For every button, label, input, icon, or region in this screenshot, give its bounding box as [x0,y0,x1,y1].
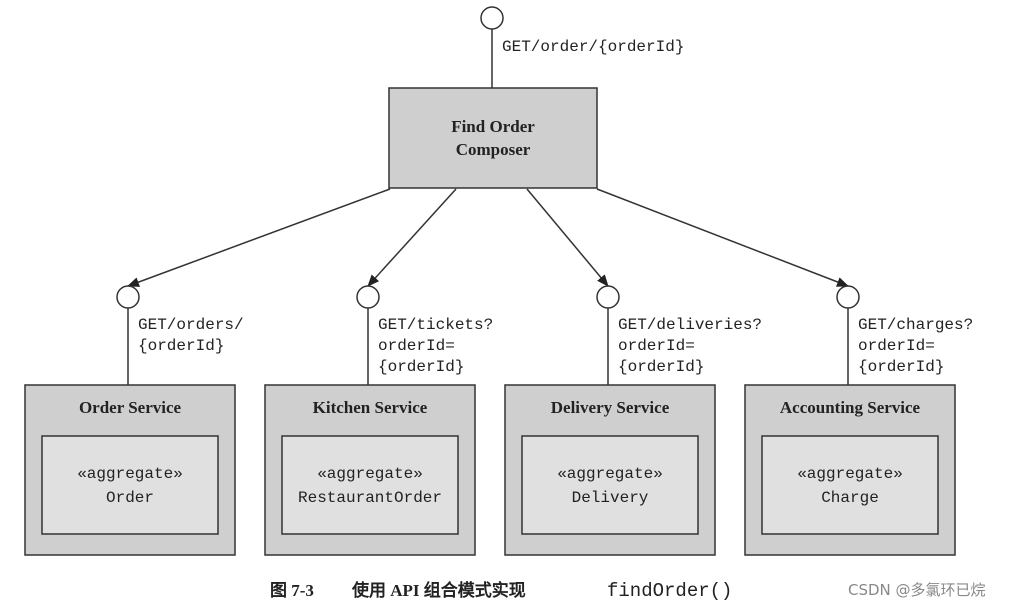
service-name: Order Service [79,398,182,417]
service-endpoint-line: orderId= [858,337,935,355]
caption-text: 使用 API 组合模式实现 [351,580,526,600]
composer-endpoint: GET/order/{orderId} [502,38,684,56]
service-name: Kitchen Service [313,398,428,417]
api-composition-diagram: GET/order/{orderId} Find Order Composer … [24,6,986,602]
service-interface-icon [596,285,620,309]
aggregate-name: Order [106,489,154,507]
service-endpoint-line: GET/orders/ [138,316,244,334]
aggregate-stereotype: «aggregate» [77,465,183,483]
caption-label: 图 7-3 [270,581,314,600]
service-endpoint-line: GET/tickets? [378,316,493,334]
request-arrow [596,188,849,287]
service-endpoint-line: {orderId} [378,358,464,376]
aggregate-name: Charge [821,489,879,507]
service-endpoint-line: GET/charges? [858,316,973,334]
composer-title-line1: Find Order [451,117,535,136]
aggregate-box [281,435,459,535]
service-endpoint-line: orderId= [378,337,455,355]
aggregate-stereotype: «aggregate» [317,465,423,483]
composer-box [388,87,598,189]
aggregate-stereotype: «aggregate» [557,465,663,483]
aggregate-box [41,435,219,535]
composer-interface-icon [480,6,504,30]
aggregate-box [521,435,699,535]
service-name: Accounting Service [780,398,921,417]
composer-title-line2: Composer [456,140,531,159]
service-endpoint-line: {orderId} [138,337,224,355]
aggregate-stereotype: «aggregate» [797,465,903,483]
service-interface-icon [836,285,860,309]
service-name: Delivery Service [551,398,670,417]
caption-code: findOrder() [607,580,732,602]
request-arrow [526,188,609,287]
service-endpoint-line: GET/deliveries? [618,316,762,334]
request-arrow [127,188,391,287]
service-endpoint-line: {orderId} [618,358,704,376]
service-interface-icon [356,285,380,309]
service-interface-icon [116,285,140,309]
aggregate-box [761,435,939,535]
request-arrow [367,188,457,287]
aggregate-name: Delivery [572,489,649,507]
aggregate-name: RestaurantOrder [298,489,442,507]
service-endpoint-line: orderId= [618,337,695,355]
watermark: CSDN @多氯环已烷 [848,581,986,599]
service-endpoint-line: {orderId} [858,358,944,376]
